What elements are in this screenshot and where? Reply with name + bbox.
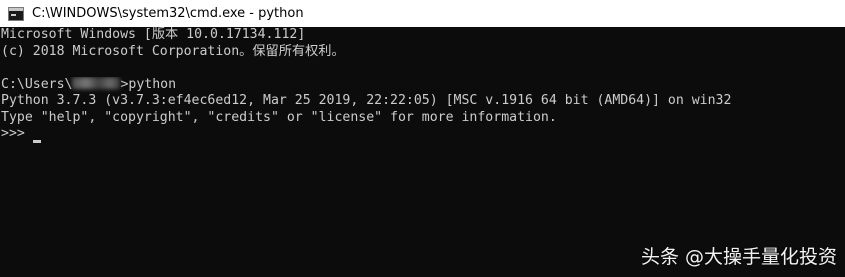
redacted-username — [72, 76, 121, 89]
repl-prompt: >>> — [1, 126, 33, 141]
console-line-repl-prompt[interactable]: >>> — [1, 126, 845, 143]
prompt-path-prefix: C:\Users\ — [1, 76, 73, 92]
prompt-command: >python — [120, 76, 177, 92]
text-cursor — [32, 140, 41, 143]
console-output[interactable]: Microsoft Windows [版本 10.0.17134.112] (c… — [0, 27, 845, 277]
console-line-copyright: (c) 2018 Microsoft Corporation。保留所有权利。 — [1, 43, 345, 59]
watermark: 头条 @大操手量化投资 — [640, 246, 837, 268]
console-line-prompt: C:\Users\ >python — [1, 76, 845, 94]
cmd-window: C:\WINDOWS\system32\cmd.exe - python Mic… — [0, 0, 845, 277]
console-line-python-version: Python 3.7.3 (v3.7.3:ef4ec6ed12, Mar 25 … — [1, 93, 732, 108]
window-title: C:\WINDOWS\system32\cmd.exe - python — [32, 6, 304, 21]
console-line-version: Microsoft Windows [版本 10.0.17134.112] — [1, 27, 306, 42]
title-bar[interactable]: C:\WINDOWS\system32\cmd.exe - python — [0, 0, 845, 27]
cmd-icon[interactable] — [8, 6, 24, 21]
console-line-help-hint: Type "help", "copyright", "credits" or "… — [1, 109, 557, 125]
